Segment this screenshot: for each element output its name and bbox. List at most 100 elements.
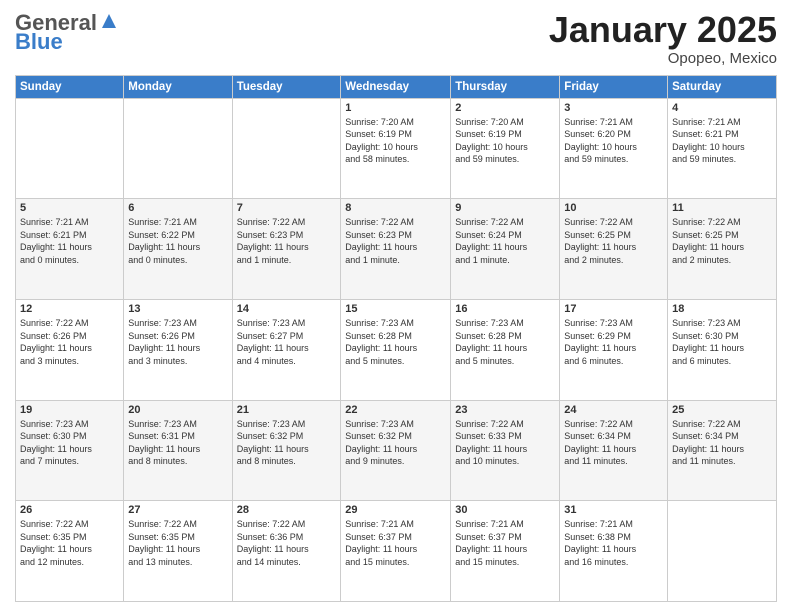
page: General Blue January 2025 Opopeo, Mexico… [0,0,792,612]
col-wednesday: Wednesday [341,75,451,98]
col-sunday: Sunday [16,75,124,98]
day-info: Sunrise: 7:22 AM Sunset: 6:23 PM Dayligh… [345,216,446,266]
day-number: 11 [672,202,772,214]
day-info: Sunrise: 7:21 AM Sunset: 6:22 PM Dayligh… [128,216,227,266]
logo: General Blue [15,10,120,54]
day-cell: 27 Sunrise: 7:22 AM Sunset: 6:35 PM Dayli… [124,501,232,602]
day-number: 17 [564,303,663,315]
day-cell [232,98,341,199]
day-cell: 1 Sunrise: 7:20 AM Sunset: 6:19 PM Daylig… [341,98,451,199]
day-number: 14 [237,303,337,315]
day-cell: 31Sunrise: 7:21 AM Sunset: 6:38 PM Dayli… [560,501,668,602]
day-info: Sunrise: 7:23 AM Sunset: 6:32 PM Dayligh… [345,418,446,468]
day-number: 10 [564,202,663,214]
title-block: January 2025 Opopeo, Mexico [549,10,777,67]
day-info: Sunrise: 7:22 AM Sunset: 6:34 PM Dayligh… [672,418,772,468]
day-cell: 6Sunrise: 7:21 AM Sunset: 6:22 PM Daylig… [124,199,232,300]
col-monday: Monday [124,75,232,98]
header: General Blue January 2025 Opopeo, Mexico [15,10,777,67]
location: Opopeo, Mexico [549,50,777,67]
day-info: Sunrise: 7:20 AM Sunset: 6:19 PM Dayligh… [345,116,446,166]
day-number: 22 [345,404,446,416]
month-title: January 2025 [549,10,777,50]
logo-blue-text: Blue [15,30,63,54]
day-info: Sunrise: 7:22 AM Sunset: 6:25 PM Dayligh… [564,216,663,266]
day-info: Sunrise: 7:23 AM Sunset: 6:30 PM Dayligh… [672,317,772,367]
week-row-2: 12Sunrise: 7:22 AM Sunset: 6:26 PM Dayli… [16,299,777,400]
day-info: Sunrise: 7:22 AM Sunset: 6:35 PM Dayligh… [20,518,119,568]
day-number: 28 [237,504,337,516]
day-cell: 24Sunrise: 7:22 AM Sunset: 6:34 PM Dayli… [560,400,668,501]
day-cell: 18 Sunrise: 7:23 AM Sunset: 6:30 PM Dayli… [668,299,777,400]
logo-icon [98,10,120,32]
day-info: Sunrise: 7:22 AM Sunset: 6:36 PM Dayligh… [237,518,337,568]
day-number: 31 [564,504,663,516]
week-row-3: 19 Sunrise: 7:23 AM Sunset: 6:30 PM Dayli… [16,400,777,501]
day-number: 18 [672,303,772,315]
day-cell [668,501,777,602]
day-info: Sunrise: 7:22 AM Sunset: 6:24 PM Dayligh… [455,216,555,266]
day-cell: 20Sunrise: 7:23 AM Sunset: 6:31 PM Dayli… [124,400,232,501]
day-cell: 23Sunrise: 7:22 AM Sunset: 6:33 PM Dayli… [451,400,560,501]
day-info: Sunrise: 7:23 AM Sunset: 6:32 PM Dayligh… [237,418,337,468]
day-number: 13 [128,303,227,315]
day-cell: 4 Sunrise: 7:21 AM Sunset: 6:21 PM Daylig… [668,98,777,199]
day-info: Sunrise: 7:23 AM Sunset: 6:30 PM Dayligh… [20,418,119,468]
day-number: 29 [345,504,446,516]
day-info: Sunrise: 7:21 AM Sunset: 6:20 PM Dayligh… [564,116,663,166]
day-info: Sunrise: 7:22 AM Sunset: 6:25 PM Dayligh… [672,216,772,266]
day-info: Sunrise: 7:22 AM Sunset: 6:26 PM Dayligh… [20,317,119,367]
day-info: Sunrise: 7:21 AM Sunset: 6:37 PM Dayligh… [455,518,555,568]
day-number: 26 [20,504,119,516]
day-number: 20 [128,404,227,416]
col-thursday: Thursday [451,75,560,98]
day-cell: 10 Sunrise: 7:22 AM Sunset: 6:25 PM Dayli… [560,199,668,300]
day-cell: 2Sunrise: 7:20 AM Sunset: 6:19 PM Daylig… [451,98,560,199]
day-number: 21 [237,404,337,416]
day-cell: 14 Sunrise: 7:23 AM Sunset: 6:27 PM Dayli… [232,299,341,400]
day-number: 15 [345,303,446,315]
day-cell: 21 Sunrise: 7:23 AM Sunset: 6:32 PM Dayli… [232,400,341,501]
day-info: Sunrise: 7:22 AM Sunset: 6:35 PM Dayligh… [128,518,227,568]
week-row-1: 5Sunrise: 7:21 AM Sunset: 6:21 PM Daylig… [16,199,777,300]
day-cell: 13 Sunrise: 7:23 AM Sunset: 6:26 PM Dayli… [124,299,232,400]
day-cell: 12Sunrise: 7:22 AM Sunset: 6:26 PM Dayli… [16,299,124,400]
day-cell: 30Sunrise: 7:21 AM Sunset: 6:37 PM Dayli… [451,501,560,602]
col-tuesday: Tuesday [232,75,341,98]
day-number: 27 [128,504,227,516]
day-number: 25 [672,404,772,416]
day-cell: 26 Sunrise: 7:22 AM Sunset: 6:35 PM Dayli… [16,501,124,602]
day-number: 3 [564,102,663,114]
week-row-0: 1 Sunrise: 7:20 AM Sunset: 6:19 PM Daylig… [16,98,777,199]
day-cell: 25 Sunrise: 7:22 AM Sunset: 6:34 PM Dayli… [668,400,777,501]
day-cell [16,98,124,199]
calendar-table: Sunday Monday Tuesday Wednesday Thursday… [15,75,777,602]
day-number: 7 [237,202,337,214]
day-info: Sunrise: 7:23 AM Sunset: 6:29 PM Dayligh… [564,317,663,367]
day-cell: 19 Sunrise: 7:23 AM Sunset: 6:30 PM Dayli… [16,400,124,501]
day-cell: 15 Sunrise: 7:23 AM Sunset: 6:28 PM Dayli… [341,299,451,400]
day-number: 1 [345,102,446,114]
day-info: Sunrise: 7:21 AM Sunset: 6:21 PM Dayligh… [672,116,772,166]
calendar: Sunday Monday Tuesday Wednesday Thursday… [15,75,777,602]
day-info: Sunrise: 7:23 AM Sunset: 6:27 PM Dayligh… [237,317,337,367]
day-info: Sunrise: 7:22 AM Sunset: 6:23 PM Dayligh… [237,216,337,266]
day-info: Sunrise: 7:23 AM Sunset: 6:28 PM Dayligh… [455,317,555,367]
week-row-4: 26 Sunrise: 7:22 AM Sunset: 6:35 PM Dayli… [16,501,777,602]
day-number: 19 [20,404,119,416]
day-info: Sunrise: 7:23 AM Sunset: 6:26 PM Dayligh… [128,317,227,367]
day-number: 5 [20,202,119,214]
day-info: Sunrise: 7:23 AM Sunset: 6:28 PM Dayligh… [345,317,446,367]
day-cell: 22 Sunrise: 7:23 AM Sunset: 6:32 PM Dayli… [341,400,451,501]
day-cell: 8 Sunrise: 7:22 AM Sunset: 6:23 PM Daylig… [341,199,451,300]
day-number: 8 [345,202,446,214]
day-cell: 29 Sunrise: 7:21 AM Sunset: 6:37 PM Dayli… [341,501,451,602]
day-number: 23 [455,404,555,416]
day-number: 2 [455,102,555,114]
day-number: 4 [672,102,772,114]
col-friday: Friday [560,75,668,98]
day-info: Sunrise: 7:21 AM Sunset: 6:37 PM Dayligh… [345,518,446,568]
day-cell: 16Sunrise: 7:23 AM Sunset: 6:28 PM Dayli… [451,299,560,400]
day-number: 9 [455,202,555,214]
day-cell [124,98,232,199]
